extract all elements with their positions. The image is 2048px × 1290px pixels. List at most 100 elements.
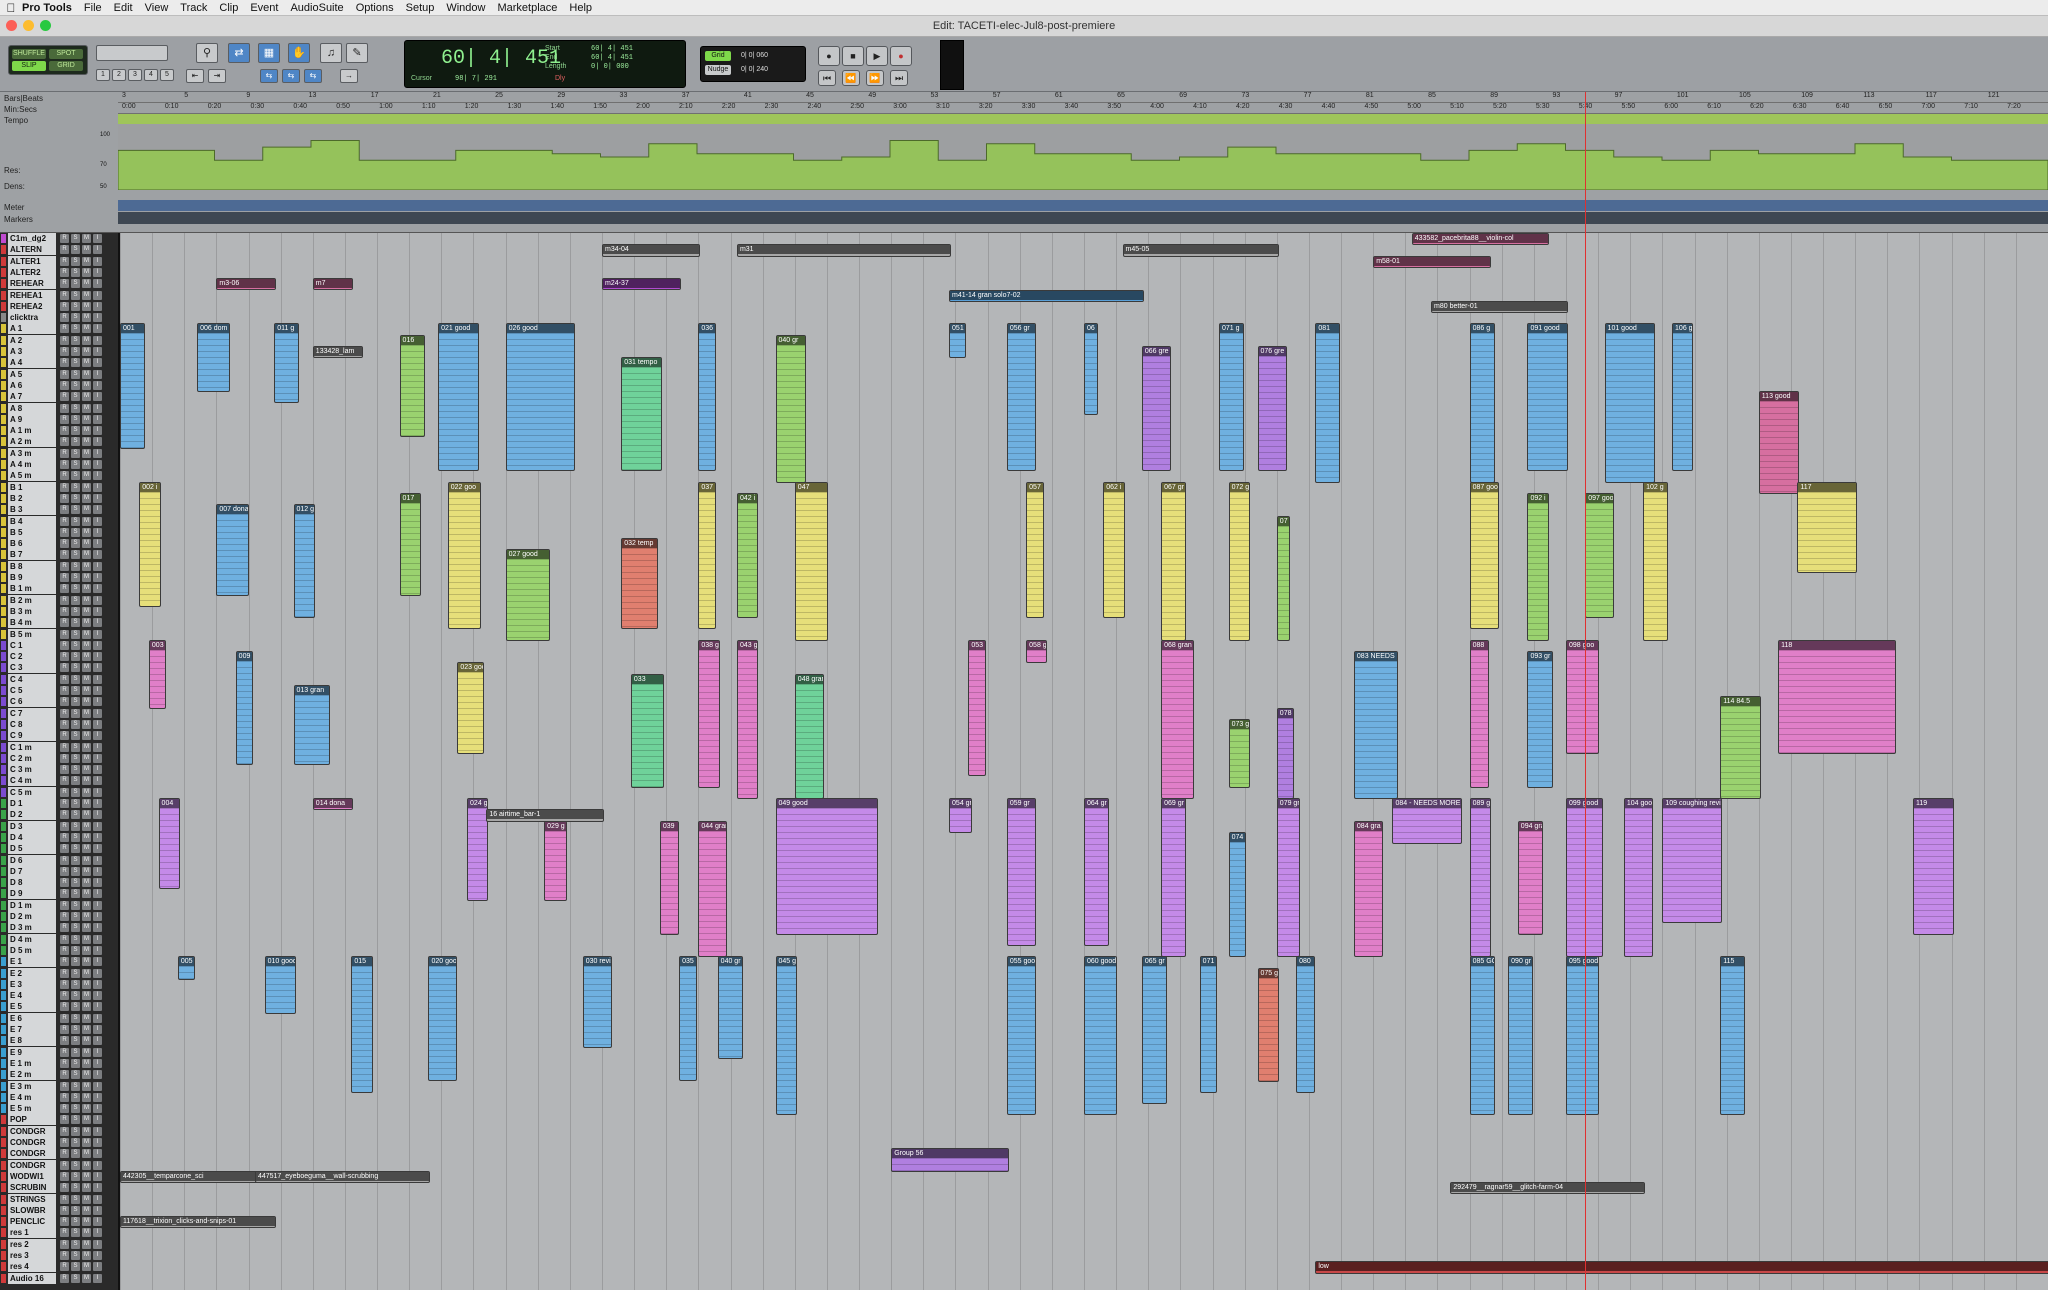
track-name[interactable]: REHEAR: [8, 278, 56, 290]
track-header[interactable]: ALTERN R S M I: [0, 244, 118, 256]
menu-track[interactable]: Track: [180, 2, 207, 14]
audio-clip[interactable]: 118: [1778, 639, 1896, 754]
track-header[interactable]: E 3 m RSMI: [0, 1080, 118, 1092]
track-mute-button[interactable]: M: [82, 855, 91, 865]
track-mute-button[interactable]: M: [82, 493, 91, 503]
track-record-button[interactable]: R: [60, 482, 69, 492]
track-input-button[interactable]: I: [93, 991, 102, 1001]
track-solo-button[interactable]: S: [71, 1149, 80, 1159]
audio-clip[interactable]: m3-06: [216, 278, 277, 291]
track-header[interactable]: D 3 m RSMI: [0, 922, 118, 934]
track-mute-button[interactable]: M: [82, 1228, 91, 1238]
track-name[interactable]: A 5: [8, 368, 56, 380]
audio-clip[interactable]: 026 good: [505, 323, 576, 472]
track-mute-button[interactable]: M: [82, 1194, 91, 1204]
track-header[interactable]: CONDGR R S M I: [0, 1125, 118, 1137]
track-name[interactable]: A 1: [8, 323, 56, 335]
track-header[interactable]: B 1 m RSMI: [0, 583, 118, 595]
zoom-preset-2[interactable]: 2: [112, 69, 126, 81]
track-record-button[interactable]: R: [60, 245, 69, 255]
audio-clip[interactable]: 029 g: [544, 820, 568, 901]
playhead-cursor[interactable]: [1585, 92, 1587, 1290]
track-header[interactable]: REHEAR R S M I: [0, 278, 118, 290]
track-input-button[interactable]: I: [93, 369, 102, 379]
track-record-button[interactable]: R: [60, 1104, 69, 1114]
track-header[interactable]: A 1 RSMI: [0, 323, 118, 335]
track-record-button[interactable]: R: [60, 912, 69, 921]
spot-mode-button[interactable]: SPOT: [49, 49, 83, 59]
grid-button[interactable]: Grid: [705, 51, 731, 61]
track-record-button[interactable]: R: [60, 527, 69, 537]
track-solo-button[interactable]: S: [71, 358, 80, 368]
track-name[interactable]: E 9: [8, 1046, 56, 1058]
track-input-button[interactable]: I: [93, 787, 102, 797]
track-input-button[interactable]: I: [93, 866, 102, 876]
track-header[interactable]: res 1 RSMI: [0, 1227, 118, 1239]
markers-ruler[interactable]: [118, 212, 2048, 224]
audio-clip[interactable]: 031 tempo: [621, 357, 662, 472]
track-input-button[interactable]: I: [93, 335, 102, 345]
track-mute-button[interactable]: M: [82, 934, 91, 944]
delay-label[interactable]: Dly: [555, 75, 565, 82]
track-header[interactable]: PENCLIC R S M I: [0, 1216, 118, 1228]
track-name[interactable]: A 8: [8, 402, 56, 414]
track-header[interactable]: C 9 RSMI: [0, 730, 118, 742]
audio-clip[interactable]: 035: [679, 956, 697, 1082]
audio-clip[interactable]: 039: [659, 820, 680, 935]
track-name[interactable]: D 4 m: [8, 933, 56, 945]
track-name[interactable]: C 3 m: [8, 764, 56, 776]
track-record-button[interactable]: R: [60, 787, 69, 797]
track-input-button[interactable]: I: [93, 482, 102, 492]
track-name[interactable]: D 3 m: [8, 922, 56, 934]
selector-tool-icon[interactable]: ▦: [258, 43, 280, 63]
track-mute-button[interactable]: M: [82, 471, 91, 481]
track-input-button[interactable]: I: [93, 719, 102, 729]
track-solo-button[interactable]: S: [71, 1160, 80, 1170]
track-input-button[interactable]: I: [93, 471, 102, 481]
track-input-button[interactable]: I: [93, 810, 102, 820]
track-header[interactable]: D 2 RSMI: [0, 809, 118, 821]
audio-clip[interactable]: 095 good: [1566, 956, 1599, 1116]
audio-clip[interactable]: 074: [1228, 831, 1247, 958]
menu-edit[interactable]: Edit: [114, 2, 133, 14]
track-mute-button[interactable]: M: [82, 482, 91, 492]
track-name[interactable]: A 3 m: [8, 447, 56, 459]
audio-clip[interactable]: 073 g: [1228, 718, 1250, 788]
track-mute-button[interactable]: M: [82, 821, 91, 831]
track-input-button[interactable]: I: [93, 313, 102, 323]
track-header[interactable]: D 9 RSMI: [0, 888, 118, 900]
track-record-button[interactable]: R: [60, 1070, 69, 1080]
track-header[interactable]: D 8 RSMI: [0, 877, 118, 889]
track-mute-button[interactable]: M: [82, 1273, 91, 1283]
track-solo-button[interactable]: S: [71, 1092, 80, 1102]
nudge-value[interactable]: 0| 0| 240: [741, 66, 768, 73]
track-record-button[interactable]: R: [60, 335, 69, 345]
start-value[interactable]: 60| 4| 451: [591, 45, 633, 53]
audio-clip[interactable]: 097 goo: [1585, 492, 1615, 619]
track-name[interactable]: C 5 m: [8, 786, 56, 798]
track-solo-button[interactable]: S: [71, 1081, 80, 1091]
track-header[interactable]: A 6 RSMI: [0, 379, 118, 391]
track-mute-button[interactable]: M: [82, 742, 91, 752]
track-input-button[interactable]: I: [93, 301, 102, 311]
menu-help[interactable]: Help: [569, 2, 592, 14]
track-header[interactable]: E 2 m RSMI: [0, 1069, 118, 1081]
track-name[interactable]: D 5: [8, 843, 56, 855]
audio-clip[interactable]: 075 g: [1257, 967, 1279, 1082]
audio-clip[interactable]: 101 good: [1604, 323, 1655, 483]
audio-clip[interactable]: 068 gran: [1161, 639, 1194, 799]
track-record-button[interactable]: R: [60, 234, 69, 243]
menu-event[interactable]: Event: [250, 2, 278, 14]
track-solo-button[interactable]: S: [71, 866, 80, 876]
track-name[interactable]: E 7: [8, 1024, 56, 1035]
menu-marketplace[interactable]: Marketplace: [497, 2, 557, 14]
menu-window[interactable]: Window: [446, 2, 485, 14]
track-header[interactable]: CONDGR R S M I: [0, 1159, 118, 1171]
track-record-button[interactable]: R: [60, 674, 69, 684]
audio-clip[interactable]: 447517_eyeboeguma__wall-scrubbing: [254, 1170, 431, 1184]
track-name[interactable]: B 5: [8, 526, 56, 538]
track-mute-button[interactable]: M: [82, 979, 91, 989]
track-input-button[interactable]: I: [93, 324, 102, 334]
audio-clip[interactable]: 079 gr: [1276, 798, 1300, 958]
track-mute-button[interactable]: M: [82, 1002, 91, 1012]
